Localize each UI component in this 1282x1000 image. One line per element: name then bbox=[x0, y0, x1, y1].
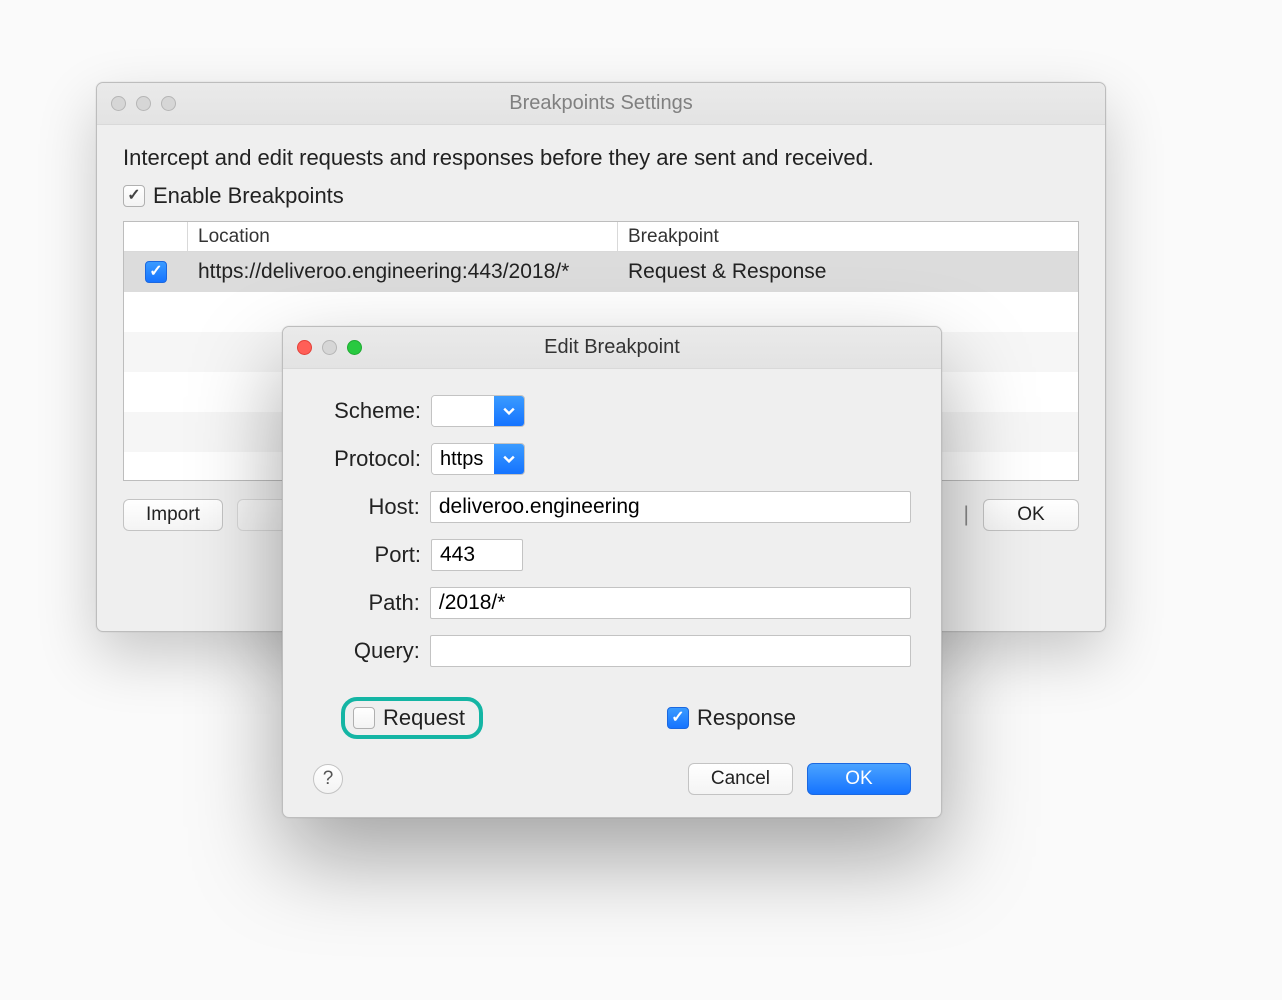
response-label: Response bbox=[697, 705, 796, 731]
request-checkbox[interactable] bbox=[353, 707, 375, 729]
query-input[interactable] bbox=[430, 635, 911, 667]
host-input[interactable] bbox=[430, 491, 911, 523]
response-checkbox[interactable] bbox=[667, 707, 689, 729]
truncated-button[interactable] bbox=[237, 499, 288, 531]
chevron-down-icon[interactable] bbox=[494, 396, 524, 426]
titlebar: Breakpoints Settings bbox=[97, 83, 1105, 125]
ok-button[interactable]: OK bbox=[807, 763, 911, 795]
scheme-label: Scheme: bbox=[313, 398, 431, 424]
query-label: Query: bbox=[313, 638, 430, 664]
row-location: https://deliveroo.engineering:443/2018/* bbox=[188, 260, 618, 284]
intro-text: Intercept and edit requests and response… bbox=[123, 145, 1079, 171]
port-input[interactable] bbox=[431, 539, 523, 571]
scheme-combobox[interactable] bbox=[431, 395, 525, 427]
path-input[interactable] bbox=[430, 587, 911, 619]
protocol-label: Protocol: bbox=[313, 446, 431, 472]
row-breakpoint: Request & Response bbox=[618, 260, 1078, 284]
enable-breakpoints-checkbox[interactable] bbox=[123, 185, 145, 207]
request-label: Request bbox=[383, 705, 465, 731]
host-label: Host: bbox=[313, 494, 430, 520]
protocol-combobox[interactable] bbox=[431, 443, 525, 475]
enable-breakpoints-label: Enable Breakpoints bbox=[153, 183, 344, 209]
help-button[interactable]: ? bbox=[313, 764, 343, 794]
table-row[interactable]: https://deliveroo.engineering:443/2018/*… bbox=[124, 252, 1078, 292]
protocol-input[interactable] bbox=[432, 444, 494, 474]
chevron-down-icon[interactable] bbox=[494, 444, 524, 474]
path-label: Path: bbox=[313, 590, 430, 616]
col-breakpoint[interactable]: Breakpoint bbox=[618, 222, 1078, 251]
window-title: Breakpoints Settings bbox=[97, 92, 1105, 115]
import-button[interactable]: Import bbox=[123, 499, 223, 531]
col-location[interactable]: Location bbox=[188, 222, 618, 251]
port-label: Port: bbox=[313, 542, 431, 568]
scheme-input[interactable] bbox=[432, 396, 494, 426]
titlebar: Edit Breakpoint bbox=[283, 327, 941, 369]
request-highlight: Request bbox=[341, 697, 483, 739]
ok-button[interactable]: OK bbox=[983, 499, 1079, 531]
dialog-title: Edit Breakpoint bbox=[283, 336, 941, 359]
edit-breakpoint-dialog: Edit Breakpoint Scheme: Protocol: bbox=[282, 326, 942, 818]
row-enable-checkbox[interactable] bbox=[145, 261, 167, 283]
cancel-button[interactable]: Cancel bbox=[688, 763, 793, 795]
